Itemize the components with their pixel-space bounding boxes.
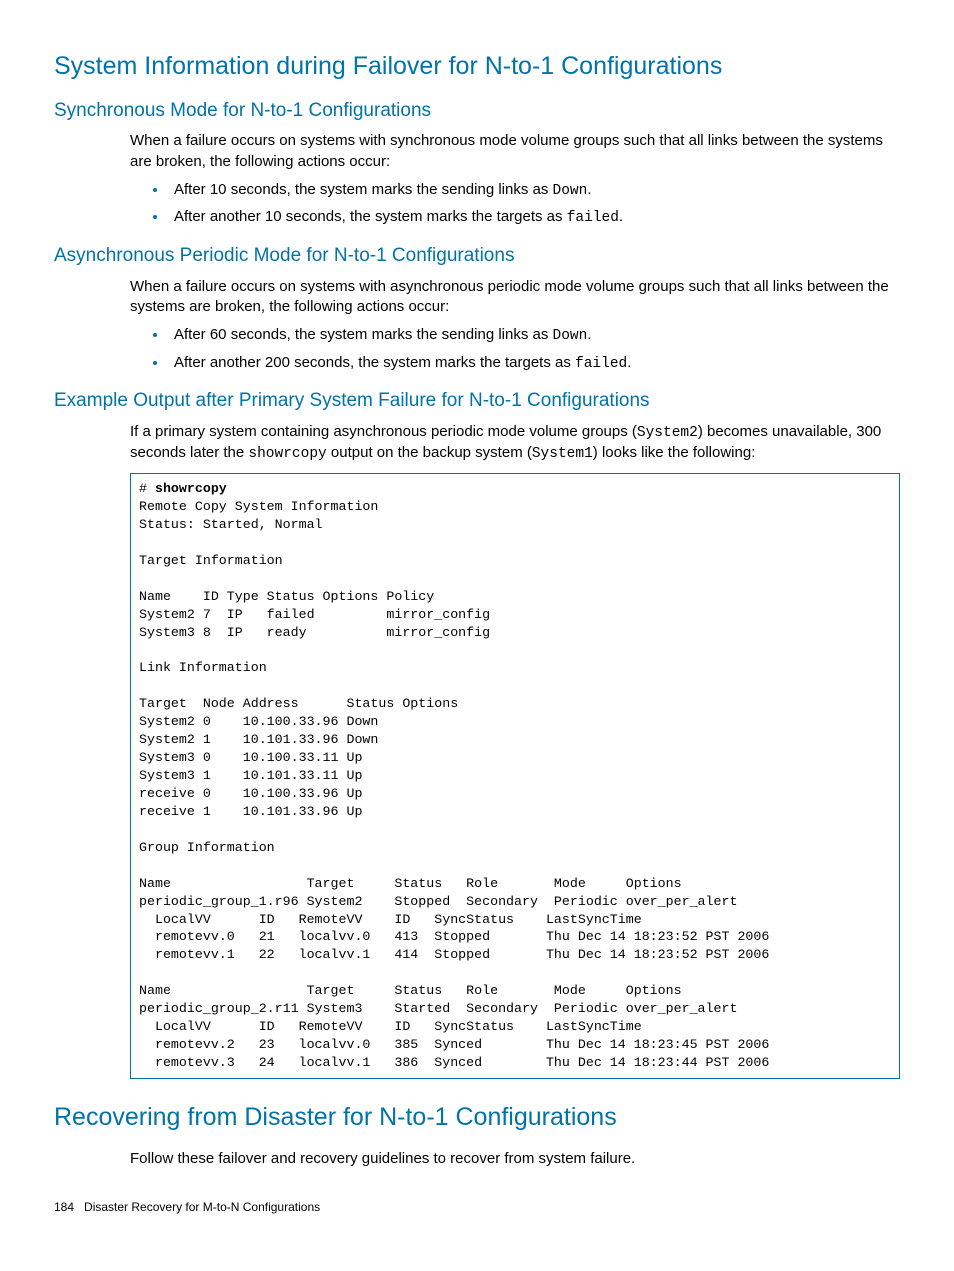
bullet-list: After 60 seconds, the system marks the s… (54, 325, 900, 374)
inline-code: Down (553, 328, 588, 344)
text: After another 200 seconds, the system ma… (174, 354, 575, 371)
text: After 60 seconds, the system marks the s… (174, 326, 553, 343)
text: ) looks like the following: (593, 444, 756, 461)
inline-code: failed (567, 210, 619, 226)
paragraph: When a failure occurs on systems with sy… (130, 131, 900, 172)
paragraph: When a failure occurs on systems with as… (130, 277, 900, 318)
list-item: After 10 seconds, the system marks the s… (168, 180, 900, 202)
inline-code: System1 (532, 446, 593, 462)
prompt: # (139, 481, 155, 496)
text: . (587, 326, 591, 343)
inline-code: Down (553, 183, 588, 199)
page-number: 184 (54, 1200, 74, 1214)
subsection-heading-async: Asynchronous Periodic Mode for N-to-1 Co… (54, 243, 900, 269)
subsection-heading-example: Example Output after Primary System Fail… (54, 388, 900, 414)
command-output: Remote Copy System Information Status: S… (139, 499, 769, 1070)
section-heading: System Information during Failover for N… (54, 50, 900, 84)
inline-code: failed (575, 356, 627, 372)
bullet-list: After 10 seconds, the system marks the s… (54, 180, 900, 229)
text: After another 10 seconds, the system mar… (174, 208, 567, 225)
command: showrcopy (155, 481, 227, 496)
list-item: After another 10 seconds, the system mar… (168, 207, 900, 229)
text: . (587, 181, 591, 198)
text: After 10 seconds, the system marks the s… (174, 181, 553, 198)
list-item: After another 200 seconds, the system ma… (168, 353, 900, 375)
text: If a primary system containing asynchron… (130, 423, 637, 440)
text: output on the backup system ( (327, 444, 532, 461)
page-footer: 184 Disaster Recovery for M-to-N Configu… (54, 1199, 900, 1215)
list-item: After 60 seconds, the system marks the s… (168, 325, 900, 347)
text: . (627, 354, 631, 371)
paragraph: Follow these failover and recovery guide… (130, 1149, 900, 1169)
chapter-title: Disaster Recovery for M-to-N Configurati… (84, 1200, 320, 1214)
paragraph: If a primary system containing asynchron… (130, 422, 900, 465)
code-output-block: # showrcopy Remote Copy System Informati… (130, 473, 900, 1079)
inline-code: System2 (637, 425, 698, 441)
text: . (619, 208, 623, 225)
inline-code: showrcopy (248, 446, 326, 462)
subsection-heading-sync: Synchronous Mode for N-to-1 Configuratio… (54, 98, 900, 124)
section-heading: Recovering from Disaster for N-to-1 Conf… (54, 1101, 900, 1135)
